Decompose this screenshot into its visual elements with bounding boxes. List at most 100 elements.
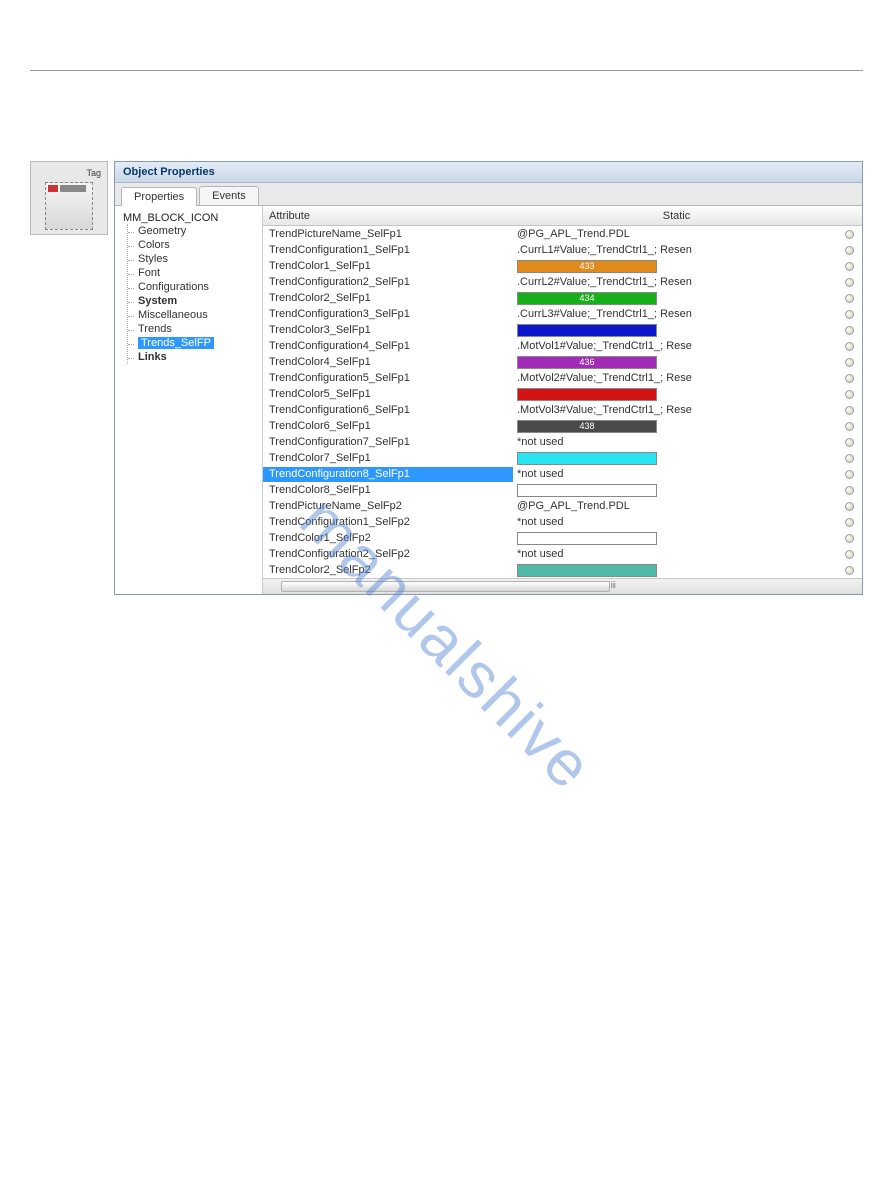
cell-dynamic-indicator[interactable]	[838, 470, 860, 479]
grid-row[interactable]: TrendPictureName_SelFp2@PG_APL_Trend.PDL	[263, 498, 862, 514]
grid-row[interactable]: TrendConfiguration6_SelFp1.MotVol3#Value…	[263, 402, 862, 418]
tree-item[interactable]: Miscellaneous	[136, 308, 258, 322]
cell-dynamic-indicator[interactable]	[838, 342, 860, 351]
cell-dynamic-indicator[interactable]	[838, 422, 860, 431]
cell-attribute: TrendConfiguration7_SelFp1	[263, 435, 513, 450]
grid-row[interactable]: TrendPictureName_SelFp1@PG_APL_Trend.PDL	[263, 226, 862, 242]
cell-static[interactable]: *not used	[513, 515, 838, 530]
grid-row[interactable]: TrendConfiguration2_SelFp1.CurrL2#Value;…	[263, 274, 862, 290]
tree-item-label: Font	[138, 267, 160, 279]
device-icon[interactable]	[45, 182, 93, 230]
cell-static[interactable]	[513, 324, 838, 337]
color-swatch[interactable]: 438	[517, 420, 657, 433]
color-swatch[interactable]	[517, 532, 657, 545]
cell-dynamic-indicator[interactable]	[838, 566, 860, 575]
cell-dynamic-indicator[interactable]	[838, 230, 860, 239]
cell-attribute: TrendColor1_SelFp1	[263, 259, 513, 274]
color-swatch[interactable]	[517, 388, 657, 401]
color-swatch[interactable]	[517, 324, 657, 337]
bulb-icon	[845, 566, 854, 575]
cell-dynamic-indicator[interactable]	[838, 310, 860, 319]
cell-static[interactable]	[513, 388, 838, 401]
cell-dynamic-indicator[interactable]	[838, 278, 860, 287]
cell-static[interactable]: 434	[513, 292, 838, 305]
cell-dynamic-indicator[interactable]	[838, 550, 860, 559]
grid-row[interactable]: TrendColor7_SelFp1	[263, 450, 862, 466]
color-swatch[interactable]	[517, 564, 657, 577]
grid-row[interactable]: TrendColor4_SelFp1436	[263, 354, 862, 370]
grid-row[interactable]: TrendColor6_SelFp1438	[263, 418, 862, 434]
color-swatch[interactable]: 436	[517, 356, 657, 369]
grid-row[interactable]: TrendColor3_SelFp1	[263, 322, 862, 338]
cell-static[interactable]: .MotVol2#Value;_TrendCtrl1_; Rese	[513, 371, 838, 386]
bulb-icon	[845, 438, 854, 447]
cell-static[interactable]: 436	[513, 356, 838, 369]
tree-item[interactable]: Links	[136, 350, 258, 364]
color-swatch[interactable]: 433	[517, 260, 657, 273]
grid-row[interactable]: TrendConfiguration7_SelFp1*not used	[263, 434, 862, 450]
cell-dynamic-indicator[interactable]	[838, 390, 860, 399]
grid-row[interactable]: TrendConfiguration3_SelFp1.CurrL3#Value;…	[263, 306, 862, 322]
cell-static[interactable]: @PG_APL_Trend.PDL	[513, 227, 838, 242]
cell-dynamic-indicator[interactable]	[838, 502, 860, 511]
grid-row[interactable]: TrendConfiguration8_SelFp1*not used	[263, 466, 862, 482]
grid-row[interactable]: TrendColor2_SelFp2	[263, 562, 862, 578]
tree-item[interactable]: System	[136, 294, 258, 308]
cell-dynamic-indicator[interactable]	[838, 486, 860, 495]
color-swatch[interactable]	[517, 452, 657, 465]
tree-item-label: System	[138, 295, 177, 307]
cell-static[interactable]	[513, 532, 838, 545]
bulb-icon	[845, 246, 854, 255]
cell-dynamic-indicator[interactable]	[838, 406, 860, 415]
tree-item[interactable]: Configurations	[136, 280, 258, 294]
tree-item[interactable]: Colors	[136, 238, 258, 252]
tree-item[interactable]: Trends_SelFP	[136, 336, 258, 350]
cell-dynamic-indicator[interactable]	[838, 246, 860, 255]
grid-row[interactable]: TrendConfiguration2_SelFp2*not used	[263, 546, 862, 562]
color-swatch[interactable]	[517, 484, 657, 497]
grid-row[interactable]: TrendColor1_SelFp2	[263, 530, 862, 546]
cell-static[interactable]: .MotVol1#Value;_TrendCtrl1_; Rese	[513, 339, 838, 354]
cell-static[interactable]: *not used	[513, 467, 838, 482]
tab-events[interactable]: Events	[199, 186, 259, 205]
cell-static[interactable]	[513, 484, 838, 497]
tab-properties[interactable]: Properties	[121, 187, 197, 206]
cell-static[interactable]: .MotVol3#Value;_TrendCtrl1_; Rese	[513, 403, 838, 418]
tree-item[interactable]: Trends	[136, 322, 258, 336]
attribute-grid[interactable]: Attribute Static TrendPictureName_SelFp1…	[263, 206, 862, 578]
cell-static[interactable]: .CurrL1#Value;_TrendCtrl1_; Resen	[513, 243, 838, 258]
cell-dynamic-indicator[interactable]	[838, 518, 860, 527]
cell-dynamic-indicator[interactable]	[838, 326, 860, 335]
color-swatch[interactable]: 434	[517, 292, 657, 305]
cell-dynamic-indicator[interactable]	[838, 454, 860, 463]
grid-row[interactable]: TrendConfiguration4_SelFp1.MotVol1#Value…	[263, 338, 862, 354]
cell-static[interactable]	[513, 452, 838, 465]
grid-row[interactable]: TrendConfiguration5_SelFp1.MotVol2#Value…	[263, 370, 862, 386]
cell-static[interactable]: @PG_APL_Trend.PDL	[513, 499, 838, 514]
cell-static[interactable]: .CurrL3#Value;_TrendCtrl1_; Resen	[513, 307, 838, 322]
cell-static[interactable]: *not used	[513, 547, 838, 562]
cell-static[interactable]	[513, 564, 838, 577]
grid-row[interactable]: TrendColor5_SelFp1	[263, 386, 862, 402]
cell-dynamic-indicator[interactable]	[838, 262, 860, 271]
tree-root[interactable]: MM_BLOCK_ICON	[119, 212, 258, 224]
cell-dynamic-indicator[interactable]	[838, 534, 860, 543]
cell-static[interactable]: 438	[513, 420, 838, 433]
cell-dynamic-indicator[interactable]	[838, 294, 860, 303]
grid-row[interactable]: TrendColor2_SelFp1434	[263, 290, 862, 306]
cell-dynamic-indicator[interactable]	[838, 374, 860, 383]
tree-item[interactable]: Geometry	[136, 224, 258, 238]
grid-row[interactable]: TrendColor1_SelFp1 433	[263, 258, 862, 274]
horizontal-scrollbar[interactable]: ⅲ	[263, 578, 862, 594]
cell-static[interactable]: *not used	[513, 435, 838, 450]
tree-item[interactable]: Styles	[136, 252, 258, 266]
cell-dynamic-indicator[interactable]	[838, 438, 860, 447]
property-tree[interactable]: MM_BLOCK_ICON GeometryColorsStylesFontCo…	[115, 206, 263, 594]
grid-row[interactable]: TrendConfiguration1_SelFp2*not used	[263, 514, 862, 530]
cell-static[interactable]: .CurrL2#Value;_TrendCtrl1_; Resen	[513, 275, 838, 290]
grid-row[interactable]: TrendConfiguration1_SelFp1.CurrL1#Value;…	[263, 242, 862, 258]
tree-item[interactable]: Font	[136, 266, 258, 280]
cell-dynamic-indicator[interactable]	[838, 358, 860, 367]
grid-row[interactable]: TrendColor8_SelFp1	[263, 482, 862, 498]
cell-static[interactable]: 433	[513, 260, 838, 273]
